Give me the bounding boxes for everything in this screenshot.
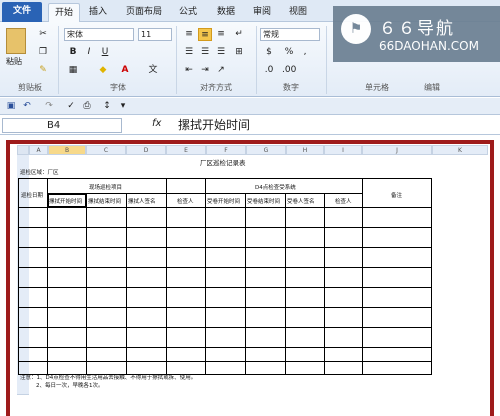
indent-decrease-icon[interactable]: ⇤: [182, 64, 196, 77]
italic-button[interactable]: I: [82, 46, 96, 59]
align-center-icon[interactable]: ☰: [198, 46, 212, 59]
quick-access-toolbar: ▣ ↶ ↷ ✓ ⎙ ↕ ▾: [0, 98, 500, 115]
clipboard-group-label: 剪贴板: [18, 83, 42, 92]
font-size-combo[interactable]: 11: [138, 28, 172, 41]
site-watermark: ⚑ ６６导航 66DAOHAN.COM: [333, 6, 500, 62]
align-left-icon[interactable]: ☰: [182, 46, 196, 59]
decrease-decimal-icon[interactable]: .00: [282, 64, 296, 77]
number-format-combo[interactable]: 常规: [260, 28, 320, 41]
divider: [326, 26, 327, 94]
tab-file[interactable]: 文件: [2, 2, 42, 22]
watermark-title: ６６导航: [379, 19, 455, 39]
insert-function-icon[interactable]: fx: [152, 118, 161, 129]
fill-color-icon[interactable]: ◆: [96, 64, 110, 77]
save-icon[interactable]: ▣: [4, 100, 18, 113]
align-right-icon[interactable]: ☰: [214, 46, 228, 59]
wrap-text-icon[interactable]: ↵: [232, 28, 246, 41]
customize-qat-icon[interactable]: ▾: [116, 100, 130, 113]
underline-button[interactable]: U: [98, 46, 112, 59]
phonetic-icon[interactable]: 文: [146, 64, 160, 77]
tab-page-layout[interactable]: 页面布局: [118, 3, 170, 22]
paste-icon[interactable]: [6, 28, 26, 54]
format-painter-icon[interactable]: ✎: [36, 64, 50, 77]
cells-group-label: 单元格: [365, 83, 389, 92]
bold-button[interactable]: B: [66, 46, 80, 59]
font-color-icon[interactable]: A: [118, 64, 132, 77]
increase-decimal-icon[interactable]: .0: [262, 64, 276, 77]
redo-icon[interactable]: ↷: [42, 100, 56, 113]
editing-group-label: 编辑: [424, 83, 440, 92]
signpost-icon: ⚑: [341, 14, 371, 44]
name-box[interactable]: B4: [2, 118, 122, 133]
copy-icon[interactable]: ❐: [36, 46, 50, 59]
print-preview-icon[interactable]: ⎙: [80, 100, 94, 113]
formula-input[interactable]: 摞拭开始时间: [178, 117, 250, 133]
undo-icon[interactable]: ↶: [20, 100, 34, 113]
spellcheck-icon[interactable]: ✓: [64, 100, 78, 113]
tab-data[interactable]: 数据: [210, 3, 242, 22]
paste-label: 粘贴: [6, 57, 22, 66]
cut-icon[interactable]: ✂: [36, 28, 50, 41]
divider: [58, 26, 59, 94]
divider: [256, 26, 257, 94]
tab-home[interactable]: 开始: [48, 3, 80, 22]
tab-formulas[interactable]: 公式: [172, 3, 204, 22]
alignment-group-label: 对齐方式: [200, 83, 232, 92]
sort-icon[interactable]: ↕: [100, 100, 114, 113]
align-middle-icon[interactable]: ≡: [198, 28, 212, 41]
border-icon[interactable]: ▦: [66, 64, 80, 77]
comma-button[interactable]: ,: [298, 46, 312, 59]
orientation-icon[interactable]: ↗: [214, 64, 228, 77]
font-name-combo[interactable]: 宋体: [64, 28, 134, 41]
divider: [176, 26, 177, 94]
formula-bar: B4 fx 摞拭开始时间: [0, 116, 500, 135]
align-top-icon[interactable]: ≡: [182, 28, 196, 41]
tab-review[interactable]: 审阅: [246, 3, 278, 22]
merge-cells-icon[interactable]: ⊞: [232, 46, 246, 59]
number-group-label: 数字: [283, 83, 299, 92]
tab-insert[interactable]: 插入: [82, 3, 114, 22]
font-group-label: 字体: [110, 83, 126, 92]
highlight-frame: [6, 140, 494, 416]
percent-button[interactable]: %: [282, 46, 296, 59]
tab-view[interactable]: 视图: [282, 3, 314, 22]
watermark-url: 66DAOHAN.COM: [379, 39, 479, 53]
currency-icon[interactable]: $: [262, 46, 276, 59]
indent-increase-icon[interactable]: ⇥: [198, 64, 212, 77]
align-bottom-icon[interactable]: ≡: [214, 28, 228, 41]
